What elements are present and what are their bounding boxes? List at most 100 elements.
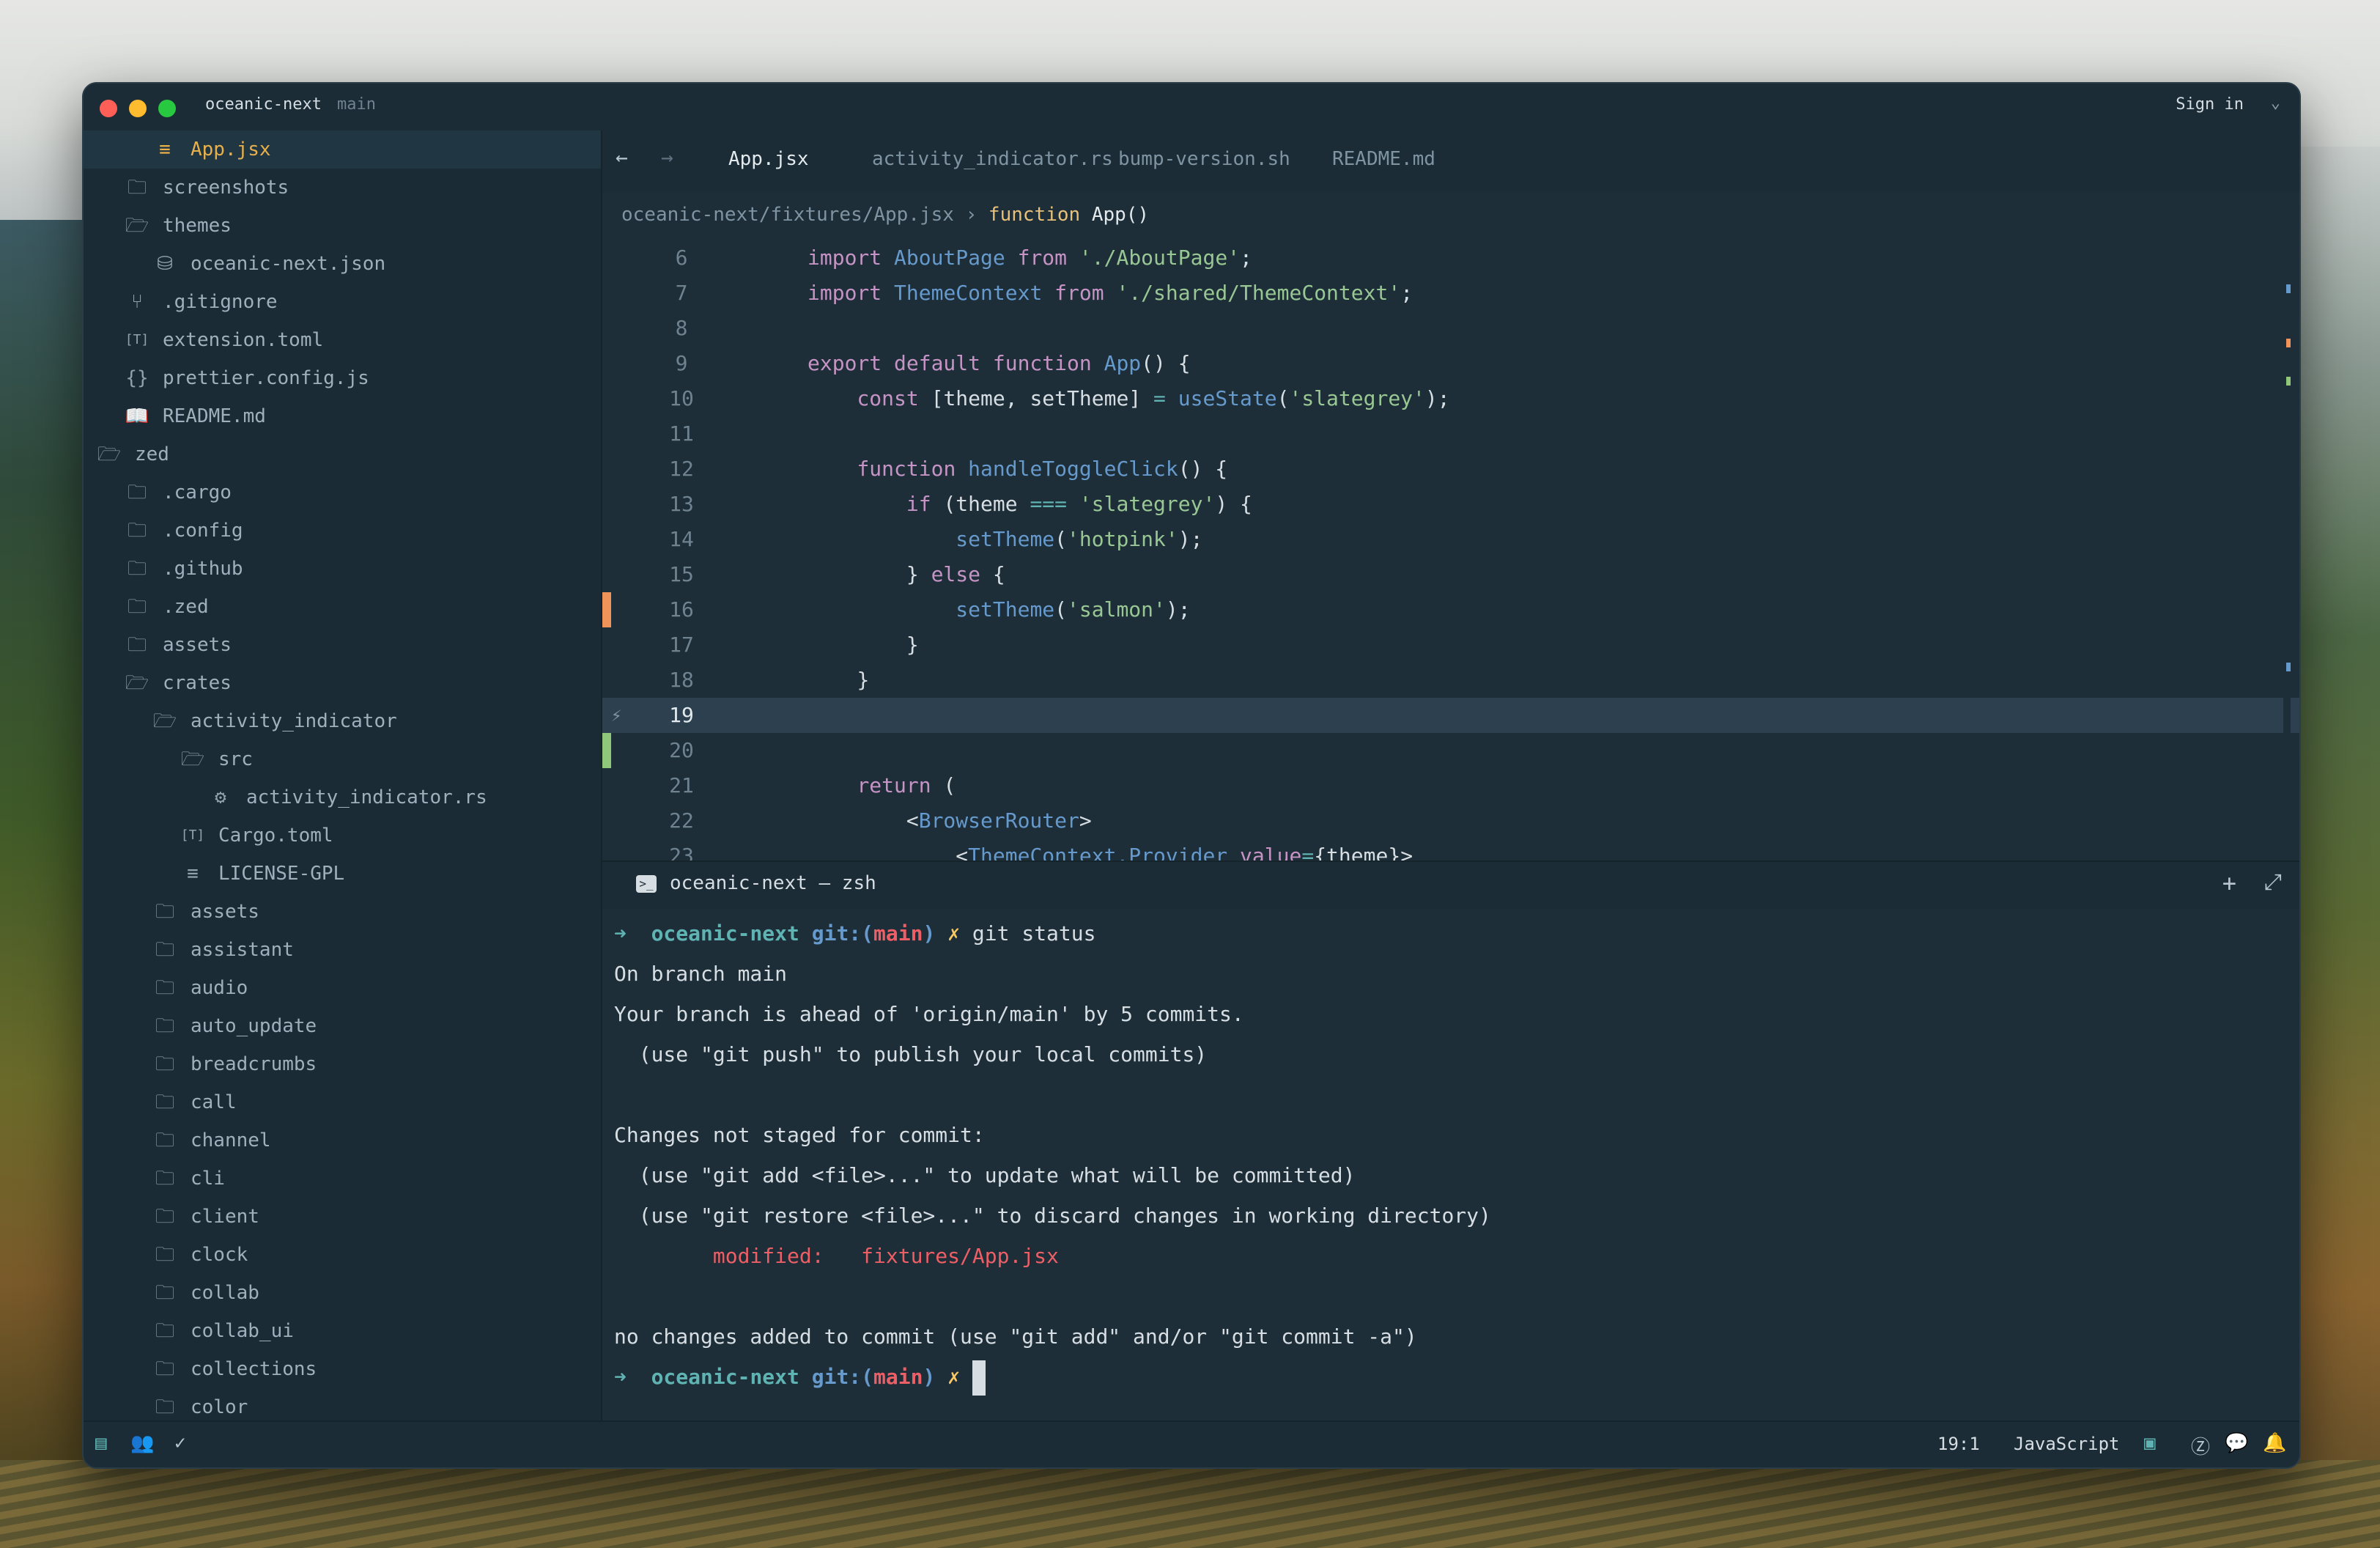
sidebar-item[interactable]: 🗀 assets — [84, 626, 601, 664]
sidebar-item[interactable]: ⛁ oceanic-next.json — [84, 245, 601, 283]
sidebar-item[interactable]: 🗀 collab — [84, 1274, 601, 1312]
sidebar-item[interactable]: 🗀 screenshots — [84, 169, 601, 207]
code-line[interactable]: 17 } — [602, 627, 2299, 663]
sidebar-item[interactable]: 🗀 .config — [84, 512, 601, 550]
code-line[interactable]: 13 if (theme === 'slategrey') { — [602, 487, 2299, 522]
breadcrumb[interactable]: oceanic-next/fixtures/App.jsx › function… — [621, 204, 1149, 226]
status-bar: ▤ 👥 ✓ 19:1 JavaScript ▣ Ⓩ 💬 🔔 — [84, 1420, 2299, 1467]
code-line[interactable]: 21 return ( — [602, 768, 2299, 803]
maximize-terminal-icon[interactable]: ⤢ — [2264, 869, 2282, 895]
sidebar-item[interactable]: 🗀 assets — [84, 893, 601, 931]
sidebar-item[interactable]: 🗀 channel — [84, 1121, 601, 1160]
sidebar-item[interactable]: 🗀 assistant — [84, 931, 601, 969]
code-editor[interactable]: 6 import AboutPage from './AboutPage'; 7 im… — [602, 240, 2299, 860]
code-line[interactable]: 12 function handleToggleClick() { — [602, 452, 2299, 487]
sidebar-item[interactable]: 🗀 collab_ui — [84, 1312, 601, 1350]
sidebar-item[interactable]: 🗀 color — [84, 1388, 601, 1420]
code-line[interactable]: 11 — [602, 416, 2299, 452]
sidebar-item[interactable]: ≡ LICENSE-GPL — [84, 855, 601, 893]
sidebar-item[interactable]: ⑂ .gitignore — [84, 283, 601, 321]
code-line[interactable]: 14 setTheme('hotpink'); — [602, 522, 2299, 557]
zoom-window-button[interactable] — [158, 100, 176, 117]
code-line[interactable]: 8 — [602, 311, 2299, 346]
tab-readme[interactable]: README.md — [1332, 148, 1435, 170]
close-window-button[interactable] — [100, 100, 117, 117]
sidebar-item[interactable]: 📖 README.md — [84, 397, 601, 435]
zed-window: oceanic-next main Sign in ⌄ ≡ App.jsx 🗀 scr… — [82, 82, 2301, 1469]
code-line[interactable]: 22 <BrowserRouter> — [602, 803, 2299, 838]
terminal-panel[interactable]: >_ oceanic-next — zsh + ⤢ ➜ oceanic-next… — [602, 860, 2299, 1422]
project-panel: ≡ App.jsx 🗀 screenshots 🗁 themes ⛁ oceanic-next… — [84, 130, 602, 1420]
sidebar-item[interactable]: 🗁 crates — [84, 664, 601, 702]
new-terminal-plus-icon[interactable]: + — [2222, 869, 2236, 897]
editor-scrollbar[interactable] — [2283, 240, 2291, 860]
code-text: } else { — [906, 562, 1005, 586]
code-line[interactable]: 16 setTheme('salmon'); — [602, 592, 2299, 627]
tab-app-jsx[interactable]: App.jsx — [728, 148, 809, 170]
terminal-toggle-icon[interactable]: ▣ — [2144, 1432, 2156, 1454]
sidebar-item[interactable]: 🗀 collections — [84, 1350, 601, 1388]
scroll-marker — [2286, 663, 2291, 671]
sidebar-item-label: collections — [191, 1358, 317, 1380]
sidebar-item[interactable]: ⚙ activity_indicator.rs — [84, 778, 601, 817]
folder-icon: 🗀 — [127, 177, 147, 199]
sidebar-item-label: oceanic-next.json — [191, 253, 386, 275]
sidebar-item[interactable]: [T] Cargo.toml — [84, 817, 601, 855]
terminal-output[interactable]: ➜ oceanic-next git:(main) ✗ git status On… — [614, 913, 2285, 1397]
line-number: 22 — [669, 808, 694, 833]
tab-bump-version[interactable]: bump-version.sh — [1118, 148, 1290, 170]
sidebar-item[interactable]: 🗀 .cargo — [84, 473, 601, 512]
notification-bell-icon[interactable]: 🔔 — [2263, 1432, 2286, 1454]
sidebar-item[interactable]: 🗁 activity_indicator — [84, 702, 601, 740]
chat-icon[interactable]: 💬 — [2225, 1432, 2248, 1454]
sidebar-item[interactable]: {} prettier.config.js — [84, 359, 601, 397]
code-line[interactable]: 6 import AboutPage from './AboutPage'; — [602, 240, 2299, 276]
sidebar-item-label: collab_ui — [191, 1320, 294, 1342]
sidebar-item[interactable]: 🗁 src — [84, 740, 601, 778]
sign-in-button[interactable]: Sign in — [2176, 95, 2244, 114]
back-arrow-icon[interactable]: ← — [616, 145, 628, 169]
sidebar-item[interactable]: 🗀 breadcrumbs — [84, 1045, 601, 1083]
terminal-title[interactable]: oceanic-next — zsh — [670, 872, 876, 894]
line-number: 19 — [669, 703, 694, 727]
code-line[interactable]: 20 — [602, 733, 2299, 768]
sidebar-item[interactable]: 🗀 auto_update — [84, 1007, 601, 1045]
code-line[interactable]: 15 } else { — [602, 557, 2299, 592]
code-line[interactable]: 23 <ThemeContext.Provider value={theme}> — [602, 838, 2299, 860]
sidebar-item[interactable]: 🗀 cli — [84, 1160, 601, 1198]
terminal-cursor — [972, 1360, 986, 1396]
code-line[interactable]: 18 } — [602, 663, 2299, 698]
chevron-down-icon[interactable]: ⌄ — [2271, 94, 2280, 112]
line-number: 20 — [669, 738, 694, 762]
sidebar-item[interactable]: ≡ App.jsx — [84, 130, 601, 169]
cursor-position[interactable]: 19:1 — [1937, 1434, 1980, 1454]
sidebar-item[interactable]: [T] extension.toml — [84, 321, 601, 359]
code-line[interactable]: 10 const [theme, setTheme] = useState('s… — [602, 381, 2299, 416]
language-selector[interactable]: JavaScript — [2014, 1434, 2120, 1454]
terminal-prompt-line[interactable]: ➜ oceanic-next git:(main) ✗ — [614, 1357, 2285, 1397]
sidebar-item[interactable]: 🗀 .github — [84, 550, 601, 588]
sidebar-item[interactable]: 🗀 clock — [84, 1236, 601, 1274]
code-line[interactable]: 9 export default function App() { — [602, 346, 2299, 381]
project-name[interactable]: oceanic-next — [205, 95, 322, 114]
zed-assistant-icon[interactable]: Ⓩ — [2191, 1432, 2210, 1459]
line-number: 10 — [669, 386, 694, 410]
sidebar-item[interactable]: 🗀 call — [84, 1083, 601, 1121]
collaborators-icon[interactable]: 👥 — [130, 1432, 154, 1454]
code-line[interactable]: ⚡ 19 — [602, 698, 2299, 733]
forward-arrow-icon[interactable]: → — [661, 145, 673, 169]
project-panel-icon[interactable]: ▤ — [95, 1432, 107, 1454]
tab-activity-indicator[interactable]: activity_indicator.rs — [872, 148, 1113, 170]
sidebar-item[interactable]: 🗁 zed — [84, 435, 601, 473]
sidebar-item[interactable]: 🗀 audio — [84, 969, 601, 1007]
minimize-window-button[interactable] — [129, 100, 147, 117]
sidebar-item[interactable]: 🗀 .zed — [84, 588, 601, 626]
code-line[interactable]: 7 import ThemeContext from './shared/Them… — [602, 276, 2299, 311]
sidebar-item[interactable]: 🗁 themes — [84, 207, 601, 245]
checkmark-icon[interactable]: ✓ — [174, 1432, 186, 1454]
branch-name[interactable]: main — [337, 95, 376, 114]
terminal-output-line: no changes added to commit (use "git add… — [614, 1324, 1417, 1349]
code-text: setTheme('salmon'); — [956, 597, 1191, 622]
folder-icon: 🗀 — [127, 482, 147, 504]
sidebar-item[interactable]: 🗀 client — [84, 1198, 601, 1236]
